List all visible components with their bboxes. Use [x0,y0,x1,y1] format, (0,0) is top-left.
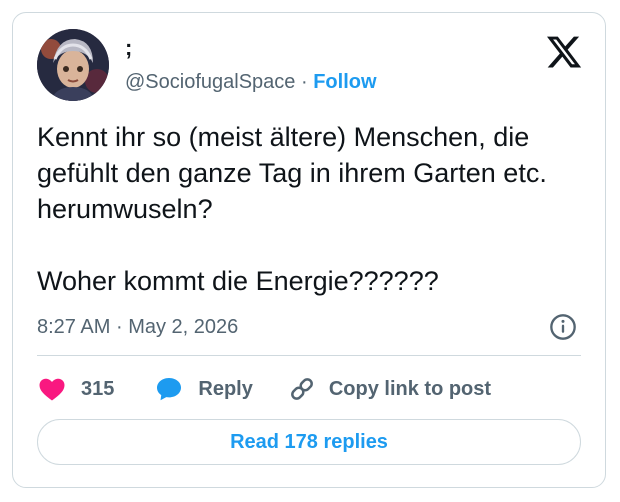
info-icon[interactable] [549,313,577,341]
divider [37,355,581,356]
avatar-image [37,29,109,101]
display-name[interactable]: ; [125,36,132,60]
copy-link-button[interactable]: Copy link to post [287,374,491,404]
reply-button[interactable]: Reply [154,374,253,404]
x-logo-icon[interactable] [545,33,583,71]
speech-bubble-icon [157,378,182,401]
copy-link-label: Copy link to post [328,377,492,400]
action-bar: 315 Reply Copy link to post [37,373,491,405]
like-count: 315 [81,377,115,400]
timestamp-separator: · [115,316,123,338]
reply-label: Reply [198,377,253,400]
avatar[interactable] [37,29,109,101]
tweet-card[interactable]: ; @SociofugalSpace · Follow Kennt ihr so… [12,12,606,488]
follow-button[interactable]: Follow [313,71,376,93]
tweet-text: Kennt ihr so (meist ältere) Menschen, di… [37,122,547,296]
link-icon [290,378,313,400]
tweet-time[interactable]: 8:27 AM [37,316,110,338]
author-handle[interactable]: @SociofugalSpace [125,71,295,93]
handle-separator: · [300,71,308,93]
heart-icon [39,378,65,401]
timestamp[interactable]: 8:27 AM · May 2, 2026 [37,315,238,339]
read-replies-button[interactable]: Read 178 replies [37,419,581,465]
handle-row: @SociofugalSpace · Follow [125,70,377,94]
like-button[interactable]: 315 [37,374,114,404]
tweet-date[interactable]: May 2, 2026 [128,316,238,338]
